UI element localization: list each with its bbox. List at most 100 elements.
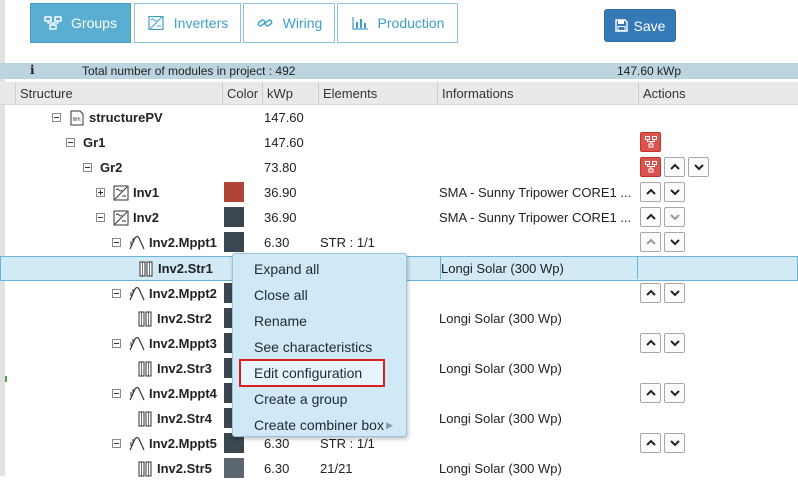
bar-chart-icon xyxy=(351,17,368,30)
node-label: Inv2.Mppt1 xyxy=(149,235,217,250)
table-row[interactable]: Gr2 73.80 xyxy=(0,155,798,180)
table-row[interactable]: Gr1 147.60 xyxy=(0,130,798,155)
chevron-down-icon xyxy=(669,214,680,221)
column-header-kwp[interactable]: kWp xyxy=(262,82,318,105)
table-row[interactable]: Inv2.Str5 6.30 21/21 Longi Solar (300 Wp… xyxy=(0,456,798,481)
table-row[interactable]: Wh structurePV 147.60 xyxy=(0,105,798,130)
elements-value: STR : 1/1 xyxy=(320,235,375,250)
expand-toggle[interactable] xyxy=(96,188,105,197)
chevron-down-icon xyxy=(669,440,680,447)
color-swatch[interactable] xyxy=(224,458,244,478)
node-label: structurePV xyxy=(89,110,163,125)
chevron-up-icon xyxy=(645,238,656,245)
move-up-button[interactable] xyxy=(640,232,661,252)
structure-root-icon: Wh xyxy=(70,110,84,125)
chevron-up-icon xyxy=(645,188,656,195)
chevron-down-icon xyxy=(669,239,680,246)
collapse-toggle[interactable] xyxy=(112,439,121,448)
tab-wiring[interactable]: Wiring xyxy=(243,3,335,43)
info-value: SMA - Sunny Tripower CORE1 ... xyxy=(439,185,632,200)
chevron-up-icon xyxy=(645,439,656,446)
info-value: Longi Solar (300 Wp) xyxy=(439,361,562,376)
collapse-toggle[interactable] xyxy=(96,213,105,222)
color-swatch[interactable] xyxy=(224,182,244,202)
string-icon xyxy=(138,311,152,326)
collapse-toggle[interactable] xyxy=(52,113,61,122)
move-up-button[interactable] xyxy=(640,283,661,303)
info-value: Longi Solar (300 Wp) xyxy=(439,411,562,426)
tab-groups[interactable]: Groups xyxy=(30,3,131,43)
tab-production[interactable]: Production xyxy=(337,3,458,43)
string-icon xyxy=(138,461,152,476)
kwp-value: 147.60 xyxy=(264,110,304,125)
grid-header: Structure Color kWp Elements Information… xyxy=(0,82,798,105)
project-summary-bar: i Total number of modules in project : 4… xyxy=(0,63,798,79)
collapse-toggle[interactable] xyxy=(112,339,121,348)
move-up-button[interactable] xyxy=(640,333,661,353)
node-label: Gr2 xyxy=(100,160,123,175)
collapse-toggle[interactable] xyxy=(66,138,75,147)
move-up-button[interactable] xyxy=(640,383,661,403)
group-action-button[interactable] xyxy=(640,132,661,152)
move-down-button[interactable] xyxy=(664,232,685,252)
inverter-icon xyxy=(113,210,129,225)
move-down-button[interactable] xyxy=(664,383,685,403)
collapse-toggle[interactable] xyxy=(112,289,121,298)
table-row[interactable]: Inv2.Mppt1 6.30 STR : 1/1 xyxy=(0,230,798,255)
inverter-icon xyxy=(113,185,129,200)
menu-item-close-all[interactable]: Close all xyxy=(241,283,401,307)
menu-item-edit-configuration[interactable]: Edit configuration xyxy=(239,359,385,387)
column-header-color[interactable]: Color xyxy=(222,82,262,105)
move-up-button[interactable] xyxy=(664,157,685,177)
node-label: Inv2.Mppt4 xyxy=(149,386,217,401)
node-label: Inv1 xyxy=(133,185,160,200)
move-down-button[interactable] xyxy=(664,433,685,453)
table-row[interactable]: Inv1 36.90 SMA - Sunny Tripower CORE1 ..… xyxy=(0,180,798,205)
menu-item-create-combiner-box[interactable]: Create combiner box ▶ xyxy=(241,413,401,437)
string-icon xyxy=(139,261,153,276)
move-down-button[interactable] xyxy=(664,283,685,303)
move-down-button[interactable] xyxy=(664,182,685,202)
chevron-up-icon xyxy=(669,163,680,170)
menu-item-create-group[interactable]: Create a group xyxy=(241,387,401,411)
menu-item-see-characteristics[interactable]: See characteristics xyxy=(241,335,401,359)
tab-label: Groups xyxy=(71,15,117,31)
menu-item-expand-all[interactable]: Expand all xyxy=(241,257,401,281)
chevron-down-icon xyxy=(669,189,680,196)
chevron-down-icon xyxy=(693,164,704,171)
mppt-icon xyxy=(129,386,145,400)
collapse-toggle[interactable] xyxy=(112,389,121,398)
node-label: Inv2.Mppt3 xyxy=(149,336,217,351)
group-action-button[interactable] xyxy=(640,157,661,177)
column-header-informations[interactable]: Informations xyxy=(437,82,638,105)
submenu-arrow-icon: ▶ xyxy=(386,420,393,430)
tab-inverters[interactable]: Inverters xyxy=(134,3,241,43)
color-swatch[interactable] xyxy=(224,232,244,252)
node-label: Inv2.Str3 xyxy=(157,361,212,376)
move-up-button[interactable] xyxy=(640,207,661,227)
node-label: Inv2 xyxy=(133,210,160,225)
mppt-icon xyxy=(129,436,145,450)
chevron-up-icon xyxy=(645,289,656,296)
move-down-button[interactable] xyxy=(664,333,685,353)
move-down-button[interactable] xyxy=(664,207,685,227)
color-swatch[interactable] xyxy=(224,207,244,227)
menu-item-label: Create combiner box xyxy=(254,417,384,433)
node-label: Inv2.Mppt2 xyxy=(149,286,217,301)
move-up-button[interactable] xyxy=(640,433,661,453)
chevron-down-icon xyxy=(669,290,680,297)
move-up-button[interactable] xyxy=(640,182,661,202)
collapse-toggle[interactable] xyxy=(83,163,92,172)
move-down-button[interactable] xyxy=(688,157,709,177)
chevron-up-icon xyxy=(645,213,656,220)
kwp-value: 6.30 xyxy=(264,461,290,476)
svg-text:Wh: Wh xyxy=(73,117,81,123)
collapse-toggle[interactable] xyxy=(112,238,121,247)
menu-item-rename[interactable]: Rename xyxy=(241,309,401,333)
column-header-structure[interactable]: Structure xyxy=(15,82,222,105)
groups-icon xyxy=(644,136,657,148)
save-button[interactable]: Save xyxy=(604,9,676,42)
link-icon xyxy=(257,19,273,27)
table-row[interactable]: Inv2 36.90 SMA - Sunny Tripower CORE1 ..… xyxy=(0,205,798,230)
column-header-elements[interactable]: Elements xyxy=(318,82,437,105)
